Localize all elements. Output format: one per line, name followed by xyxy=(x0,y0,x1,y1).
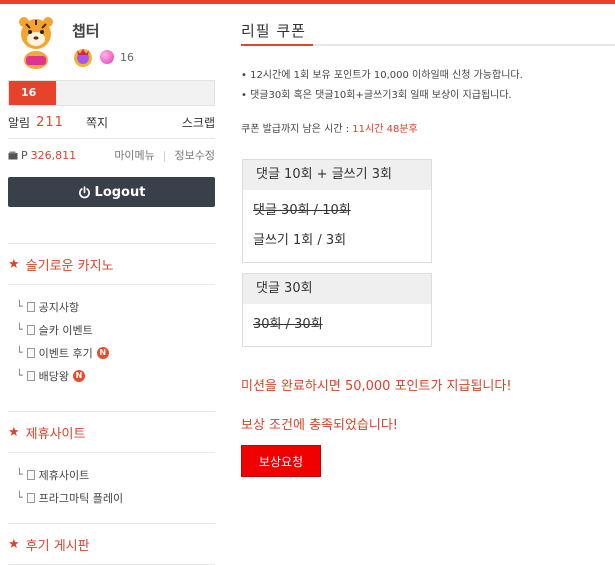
new-badge-icon: N xyxy=(96,346,109,359)
star-icon: ★ xyxy=(8,536,20,552)
edit-profile-link[interactable]: 정보수정 xyxy=(175,147,215,163)
level-row: 16 xyxy=(72,46,134,68)
mission-box-comments: 댓글 30회 30회 / 30회 xyxy=(242,273,432,347)
tree-branch-icon: └ xyxy=(16,300,23,313)
post-progress: 글쓰기 1회 / 3회 xyxy=(253,233,347,248)
reward-request-button[interactable]: 보상요청 xyxy=(241,445,321,477)
section-title-label: 제휴사이트 xyxy=(25,426,86,442)
sidebar-section-title[interactable]: ★ 슬기로운 카지노 xyxy=(8,244,215,285)
star-icon: ★ xyxy=(8,256,20,272)
mymenu-link[interactable]: 마이메뉴 xyxy=(114,147,154,163)
point-prefix: P xyxy=(21,148,28,162)
title-rule xyxy=(241,44,615,46)
point-value: 326,811 xyxy=(30,148,77,162)
tree-branch-icon: └ xyxy=(16,323,23,336)
new-badge-icon: N xyxy=(73,369,85,382)
tree-branch-icon: └ xyxy=(16,491,23,504)
point-row: P 326,811 마이메뉴 | 정보수정 xyxy=(8,139,215,171)
exp-bar: 16 xyxy=(8,80,215,106)
mission-message: 미션을 완료하시면 50,000 포인트가 지급됩니다! xyxy=(241,379,512,394)
sidebar-menu-item[interactable]: └ 프라그마틱 플레이 xyxy=(16,486,215,509)
sidebar-section: ★ 후기 게시판 xyxy=(8,523,215,565)
alarm-link[interactable]: 알림 211 xyxy=(8,114,80,131)
document-icon xyxy=(26,324,35,335)
sidebar-menu-list: └ 제휴사이트 └ 프라그마틱 플레이 xyxy=(8,453,215,515)
sidebar-section-title[interactable]: ★ 후기 게시판 xyxy=(8,524,215,565)
remaining-time: 쿠폰 발급까지 남은 시간 : 11시간 48분후 xyxy=(241,120,615,135)
link-separator: | xyxy=(162,148,167,162)
menu-item-label: 제휴사이트 xyxy=(38,468,90,482)
tiger-avatar[interactable] xyxy=(14,14,58,70)
sidebar-section: ★ 슬기로운 카지노 └ 공지사항 └ 슬카 이벤트 └ 이벤트 후기 N └ 배당왕 N xyxy=(8,243,215,393)
mission-box-header: 댓글 10회 + 글쓰기 3회 xyxy=(243,160,431,190)
sidebar-menu-item[interactable]: └ 배당왕 N xyxy=(16,364,215,387)
section-title-label: 후기 게시판 xyxy=(25,538,90,554)
page-title: 리필 쿠폰 xyxy=(241,22,306,40)
memo-link[interactable]: 쪽지 xyxy=(80,114,182,131)
mission-box-header: 댓글 30회 xyxy=(243,274,431,304)
alarm-label: 알림 xyxy=(8,115,31,130)
tree-branch-icon: └ xyxy=(16,346,23,359)
nickname: 챕터 xyxy=(72,22,100,40)
alarm-count: 211 xyxy=(36,114,64,130)
remaining-label: 쿠폰 발급까지 남은 시간 : xyxy=(241,124,350,135)
level-badge-icon xyxy=(74,49,92,67)
sidebar-menu-item[interactable]: └ 제휴사이트 xyxy=(16,463,215,486)
alarm-row: 알림 211 쪽지 스크랩 xyxy=(8,106,215,139)
gem-icon xyxy=(100,50,114,64)
wallet-icon xyxy=(8,151,18,159)
menu-item-label: 공지사항 xyxy=(38,300,80,314)
sidebar-menu-item[interactable]: └ 슬카 이벤트 xyxy=(16,318,215,341)
document-icon xyxy=(26,301,35,312)
document-icon xyxy=(26,492,35,503)
document-icon xyxy=(26,469,35,480)
sidebar: 챕터 16 16 알림 211 쪽지 스크랩 P 326,811 마이메뉴 | … xyxy=(8,4,215,565)
remaining-value: 11시간 48분후 xyxy=(352,124,418,135)
mission-box-body: 댓글 30회 / 10회 글쓰기 1회 / 3회 xyxy=(243,190,431,262)
mission-box-combo: 댓글 10회 + 글쓰기 3회 댓글 30회 / 10회 글쓰기 1회 / 3회 xyxy=(242,159,432,263)
menu-item-label: 프라그마틱 플레이 xyxy=(38,491,124,505)
scrap-link[interactable]: 스크랩 xyxy=(182,114,215,131)
section-title-label: 슬기로운 카지노 xyxy=(25,258,114,274)
power-icon xyxy=(78,185,90,198)
logout-button[interactable]: Logout xyxy=(8,177,215,207)
level-number: 16 xyxy=(120,50,134,64)
comment-progress: 댓글 30회 / 10회 xyxy=(253,203,351,218)
star-icon: ★ xyxy=(8,424,20,440)
mission-box-body: 30회 / 30회 xyxy=(243,304,431,346)
menu-item-label: 이벤트 후기 xyxy=(38,346,93,360)
menu-item-label: 배당왕 xyxy=(38,369,69,383)
complete-message: 보상 조건에 충족되었습니다! xyxy=(241,418,398,433)
notice-line: • 12시간에 1회 보유 포인트가 10,000 이하일때 신청 가능합니다. xyxy=(241,70,523,81)
logout-label: Logout xyxy=(94,184,146,200)
notice-line: • 댓글30회 혹은 댓글10회+글쓰기3회 일때 보상이 지급됩니다. xyxy=(241,90,512,101)
sidebar-section: ★ 제휴사이트 └ 제휴사이트 └ 프라그마틱 플레이 xyxy=(8,411,215,515)
sidebar-section-title[interactable]: ★ 제휴사이트 xyxy=(8,412,215,453)
sidebar-menu-item[interactable]: └ 이벤트 후기 N xyxy=(16,341,215,364)
point-info: P 326,811 xyxy=(8,149,114,162)
profile-card: 챕터 16 xyxy=(8,4,215,80)
sidebar-menu-list: └ 공지사항 └ 슬카 이벤트 └ 이벤트 후기 N └ 배당왕 N xyxy=(8,285,215,393)
tree-branch-icon: └ xyxy=(16,468,23,481)
comment-progress: 30회 / 30회 xyxy=(253,317,323,332)
main-content: 리필 쿠폰 • 12시간에 1회 보유 포인트가 10,000 이하일때 신청 … xyxy=(241,4,615,477)
exp-label: 16 xyxy=(21,86,37,99)
title-rule-accent xyxy=(241,44,313,46)
notice-list: • 12시간에 1회 보유 포인트가 10,000 이하일때 신청 가능합니다.… xyxy=(241,66,615,106)
document-icon xyxy=(26,370,35,381)
document-icon xyxy=(26,347,35,358)
sidebar-menu-item[interactable]: └ 공지사항 xyxy=(16,295,215,318)
account-links: 마이메뉴 | 정보수정 xyxy=(114,147,215,163)
menu-item-label: 슬카 이벤트 xyxy=(38,323,93,337)
tree-branch-icon: └ xyxy=(16,369,23,382)
